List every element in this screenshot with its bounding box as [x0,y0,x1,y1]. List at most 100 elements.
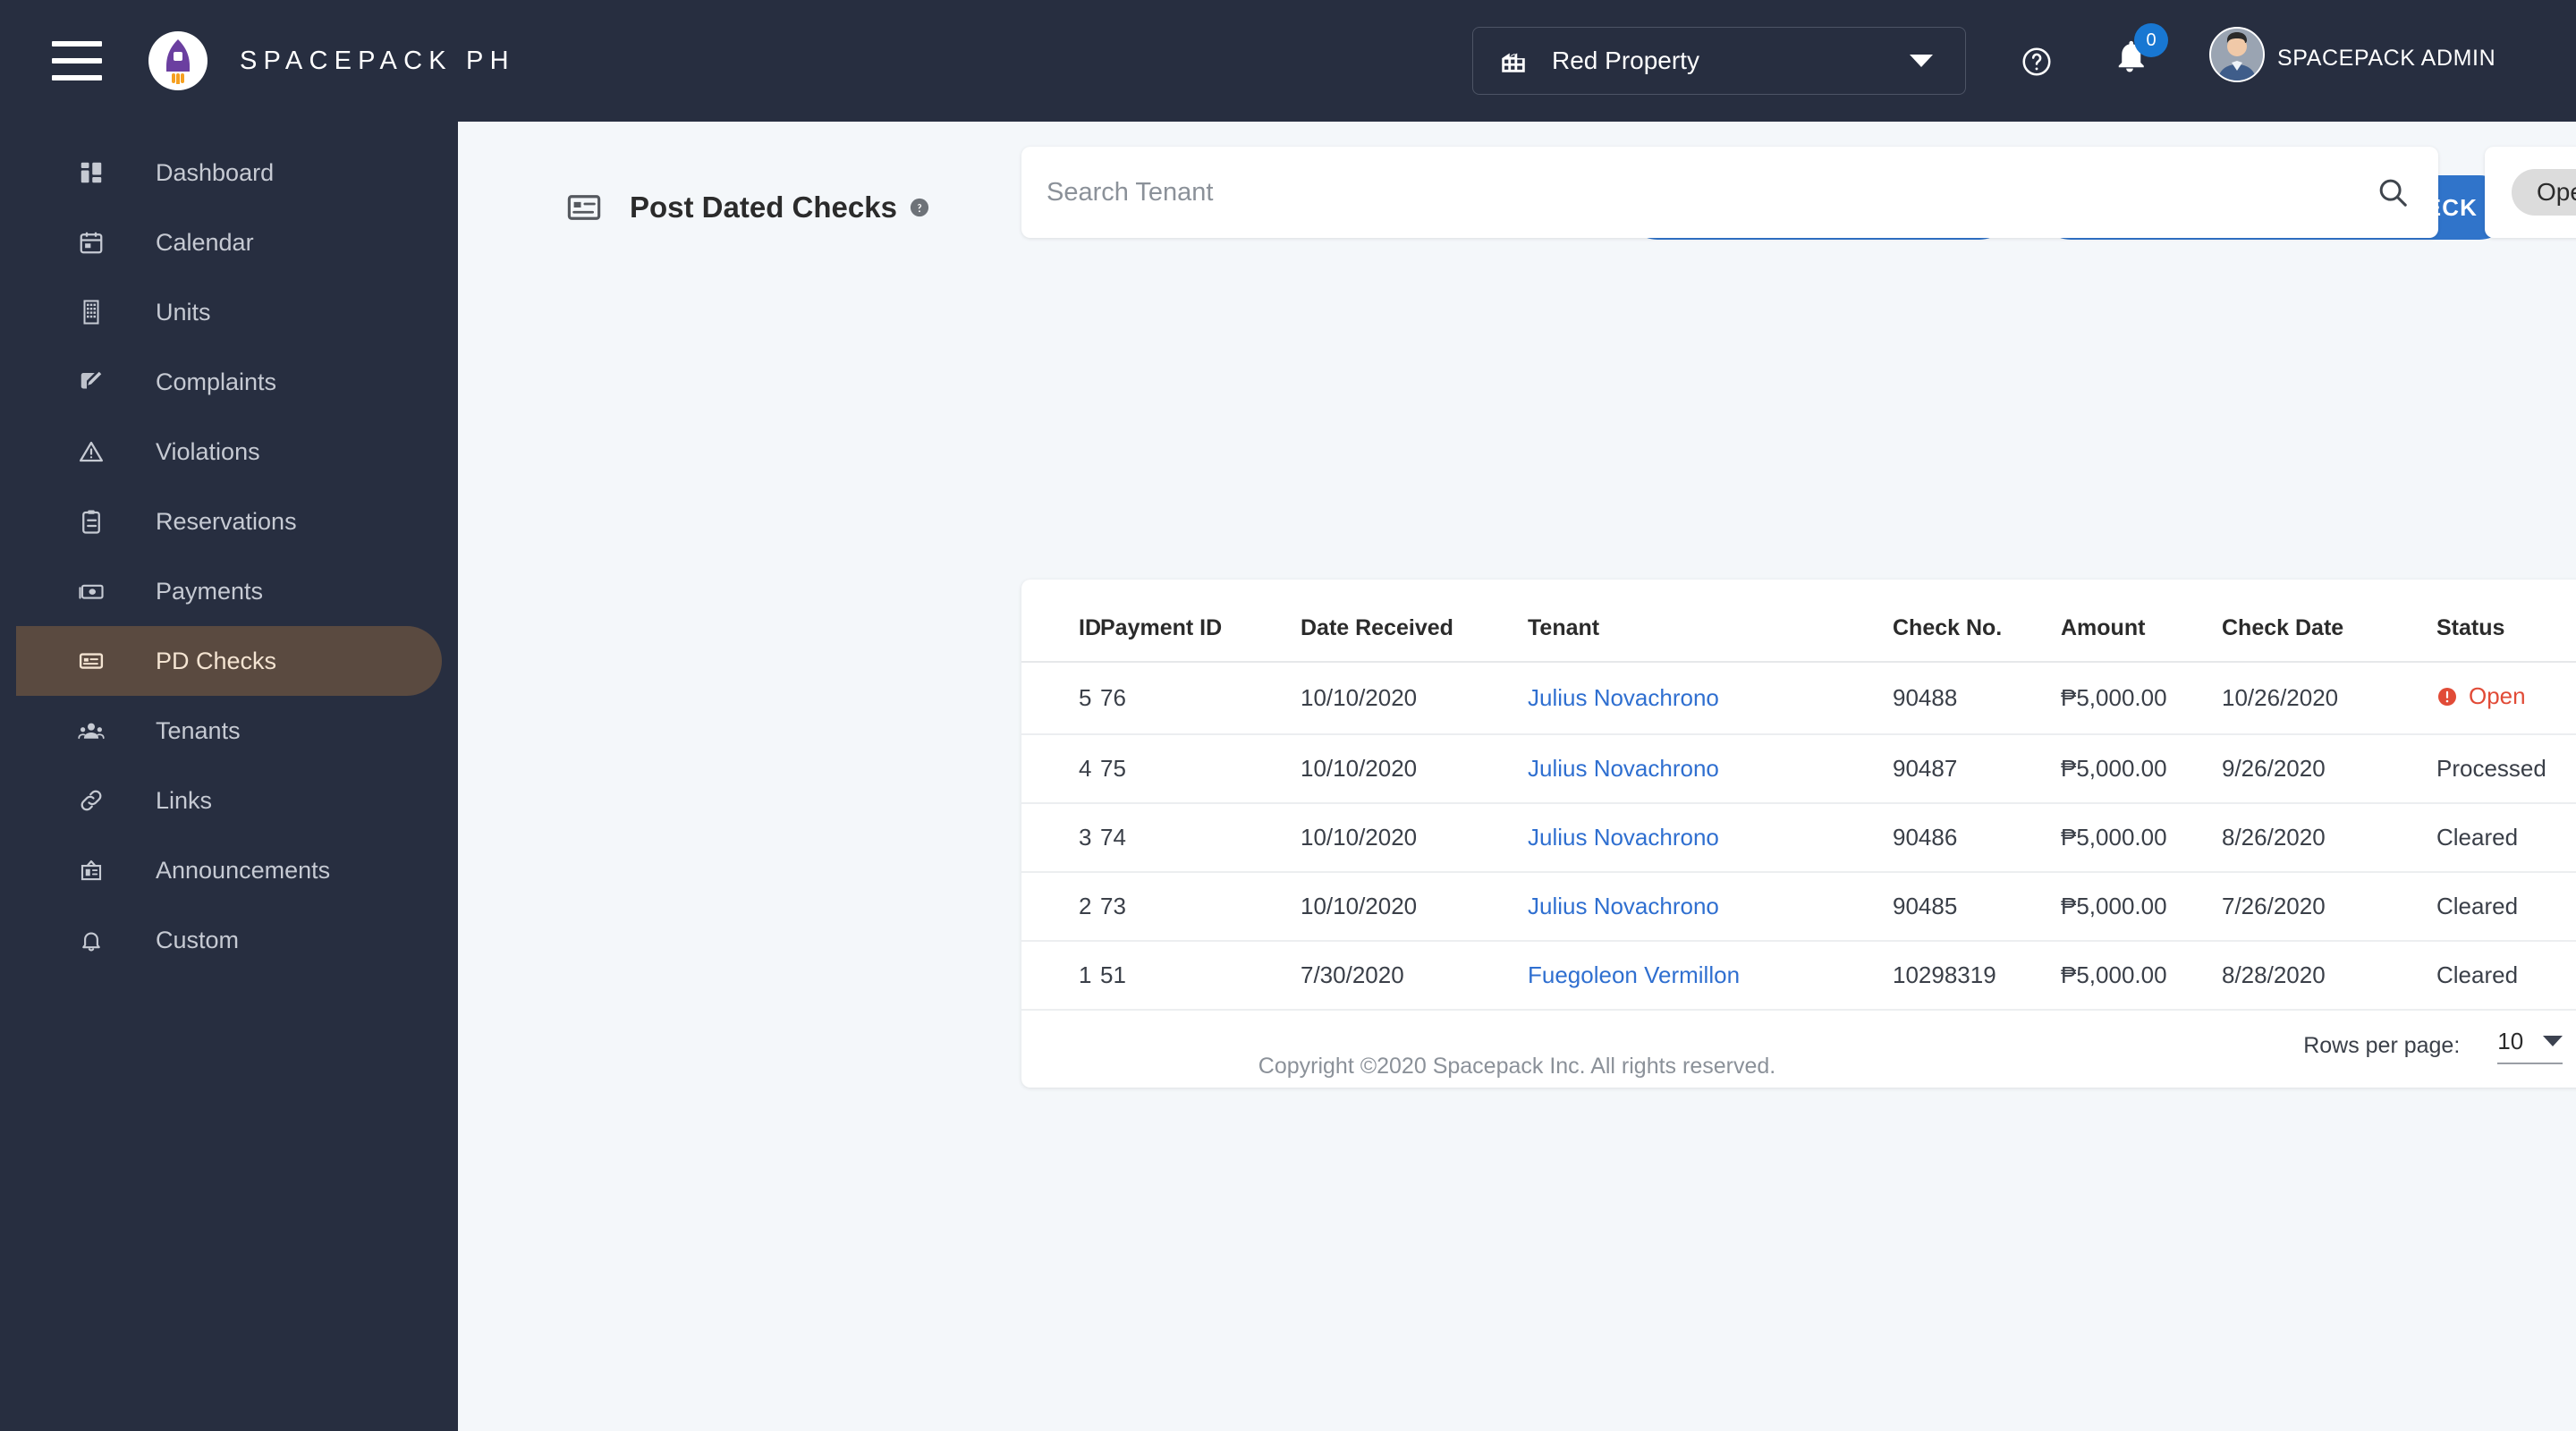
page-title: Post Dated Checks [630,191,897,224]
chevron-down-icon [2543,1036,2563,1046]
status-chip: Open [2512,169,2576,216]
table-row: 1 51 7/30/2020 Fuegoleon Vermillon 10298319 ₱… [1021,940,2576,1011]
cell-check-no: 90486 [1893,802,2061,873]
sidebar-item-label: Dashboard [156,158,275,186]
cell-tenant: Julius Novachrono [1528,733,1893,804]
building-icon [1498,46,1529,76]
check-card-icon [565,189,603,226]
cell-status: Cleared [2436,940,2576,1011]
cell-status: Cleared [2436,871,2576,942]
avatar[interactable] [2209,27,2265,82]
sidebar-item-units[interactable]: Units [16,277,442,347]
col-header-check-date: Check Date [2222,580,2436,663]
sidebar-item-reservations[interactable]: Reservations [16,487,442,556]
footer-copyright: Copyright ©2020 Spacepack Inc. All right… [1258,1054,1776,1079]
bell-outline-icon [72,920,111,960]
cell-date-received: 10/10/2020 [1301,871,1528,942]
link-icon [72,781,111,820]
cell-tenant: Julius Novachrono [1528,802,1893,873]
cell-payment-id: 75 [1100,733,1301,804]
table-header-row: ID Payment ID Date Received Tenant Check… [1021,580,2576,663]
admin-name: SPACEPACK ADMIN [2277,46,2496,71]
cell-check-no: 90488 [1893,662,2061,735]
cell-tenant: Fuegoleon Vermillon [1528,940,1893,1011]
cell-id: 2 [1021,871,1100,942]
check-card-icon [72,641,111,681]
tenant-link[interactable]: Julius Novachrono [1528,824,1719,851]
cell-payment-id: 73 [1100,871,1301,942]
col-header-tenant: Tenant [1528,580,1893,663]
sidebar: Dashboard Calendar Units Complaints Viol… [0,122,458,1431]
tenant-link[interactable]: Julius Novachrono [1528,755,1719,782]
sidebar-item-dashboard[interactable]: Dashboard [16,138,442,207]
tenant-link[interactable]: Fuegoleon Vermillon [1528,961,1740,988]
sidebar-item-complaints[interactable]: Complaints [16,347,442,417]
cell-check-no: 90485 [1893,871,2061,942]
sidebar-item-label: Announcements [156,856,331,884]
table-row: 2 73 10/10/2020 Julius Novachrono 90485 ₱5,00… [1021,871,2576,942]
sidebar-item-label: Complaints [156,368,277,395]
status-filter-select[interactable]: Open (+4 others) [2485,147,2576,238]
cell-tenant: Julius Novachrono [1528,662,1893,735]
sidebar-item-label: Payments [156,577,264,605]
cell-status: Cleared [2436,802,2576,873]
cell-payment-id: 51 [1100,940,1301,1011]
sidebar-item-label: Violations [156,437,260,465]
cell-check-no: 90487 [1893,733,2061,804]
main-content: Post Dated Checks PROCESS OPEN PDCS [458,122,2576,1431]
sidebar-item-payments[interactable]: Payments [16,556,442,626]
note-edit-icon [72,362,111,402]
cell-id: 5 [1021,662,1100,735]
tenant-link[interactable]: Julius Novachrono [1528,684,1719,711]
property-selector[interactable]: Red Property [1472,27,1966,95]
cell-payment-id: 74 [1100,802,1301,873]
sidebar-item-pd-checks[interactable]: PD Checks [16,626,442,696]
search-icon[interactable] [2376,175,2410,209]
cell-date-received: 7/30/2020 [1301,940,1528,1011]
sidebar-item-label: Custom [156,926,240,953]
col-header-date-received: Date Received [1301,580,1528,663]
col-header-check-no: Check No. [1893,580,2061,663]
cell-id: 3 [1021,802,1100,873]
cell-id: 1 [1021,940,1100,1011]
warning-icon [72,432,111,471]
announcement-icon [72,851,111,890]
sidebar-item-calendar[interactable]: Calendar [16,207,442,277]
help-circle-icon[interactable] [2020,45,2054,83]
sidebar-item-announcements[interactable]: Announcements [16,835,442,905]
chevron-down-icon [1910,55,1933,67]
cell-date-received: 10/10/2020 [1301,662,1528,735]
sidebar-item-violations[interactable]: Violations [16,417,442,487]
notifications-button[interactable]: 0 [2111,23,2168,89]
hamburger-icon[interactable] [52,41,102,80]
cell-amount: ₱5,000.00 [2061,802,2222,873]
cell-check-date: 8/26/2020 [2222,802,2436,873]
property-label: Red Property [1552,47,1699,74]
search-bar[interactable] [1021,147,2438,238]
sidebar-item-tenants[interactable]: Tenants [16,696,442,766]
help-circle-icon[interactable] [910,198,929,217]
cell-check-date: 10/26/2020 [2222,662,2436,735]
brand-name: SPACEPACK PH [240,46,515,75]
search-input[interactable] [1046,177,2376,207]
cell-date-received: 10/10/2020 [1301,802,1528,873]
cell-payment-id: 76 [1100,662,1301,735]
sidebar-item-label: PD Checks [156,647,277,674]
sidebar-item-links[interactable]: Links [16,766,442,835]
table-row: 3 74 10/10/2020 Julius Novachrono 90486 ₱5,00… [1021,802,2576,873]
col-header-amount: Amount [2061,580,2222,663]
sidebar-item-label: Reservations [156,507,297,535]
col-header-id: ID [1021,580,1101,663]
top-bar: SPACEPACK PH Red Property 0 SPACEPACK AD… [0,0,2576,122]
rows-per-page-value: 10 [2497,1027,2524,1054]
sidebar-item-label: Links [156,786,213,814]
sidebar-item-custom[interactable]: Custom [16,905,442,975]
brand: SPACEPACK PH [148,31,515,90]
table-row: 5 76 10/10/2020 Julius Novachrono 90488 ₱5,00… [1021,662,2576,735]
cell-amount: ₱5,000.00 [2061,940,2222,1011]
tenant-link[interactable]: Julius Novachrono [1528,893,1719,919]
pdc-table-card: ID Payment ID Date Received Tenant Check… [1021,580,2576,1088]
sidebar-item-label: Calendar [156,228,254,256]
cell-check-date: 9/26/2020 [2222,733,2436,804]
table-head: ID Payment ID Date Received Tenant Check… [1021,580,2576,663]
